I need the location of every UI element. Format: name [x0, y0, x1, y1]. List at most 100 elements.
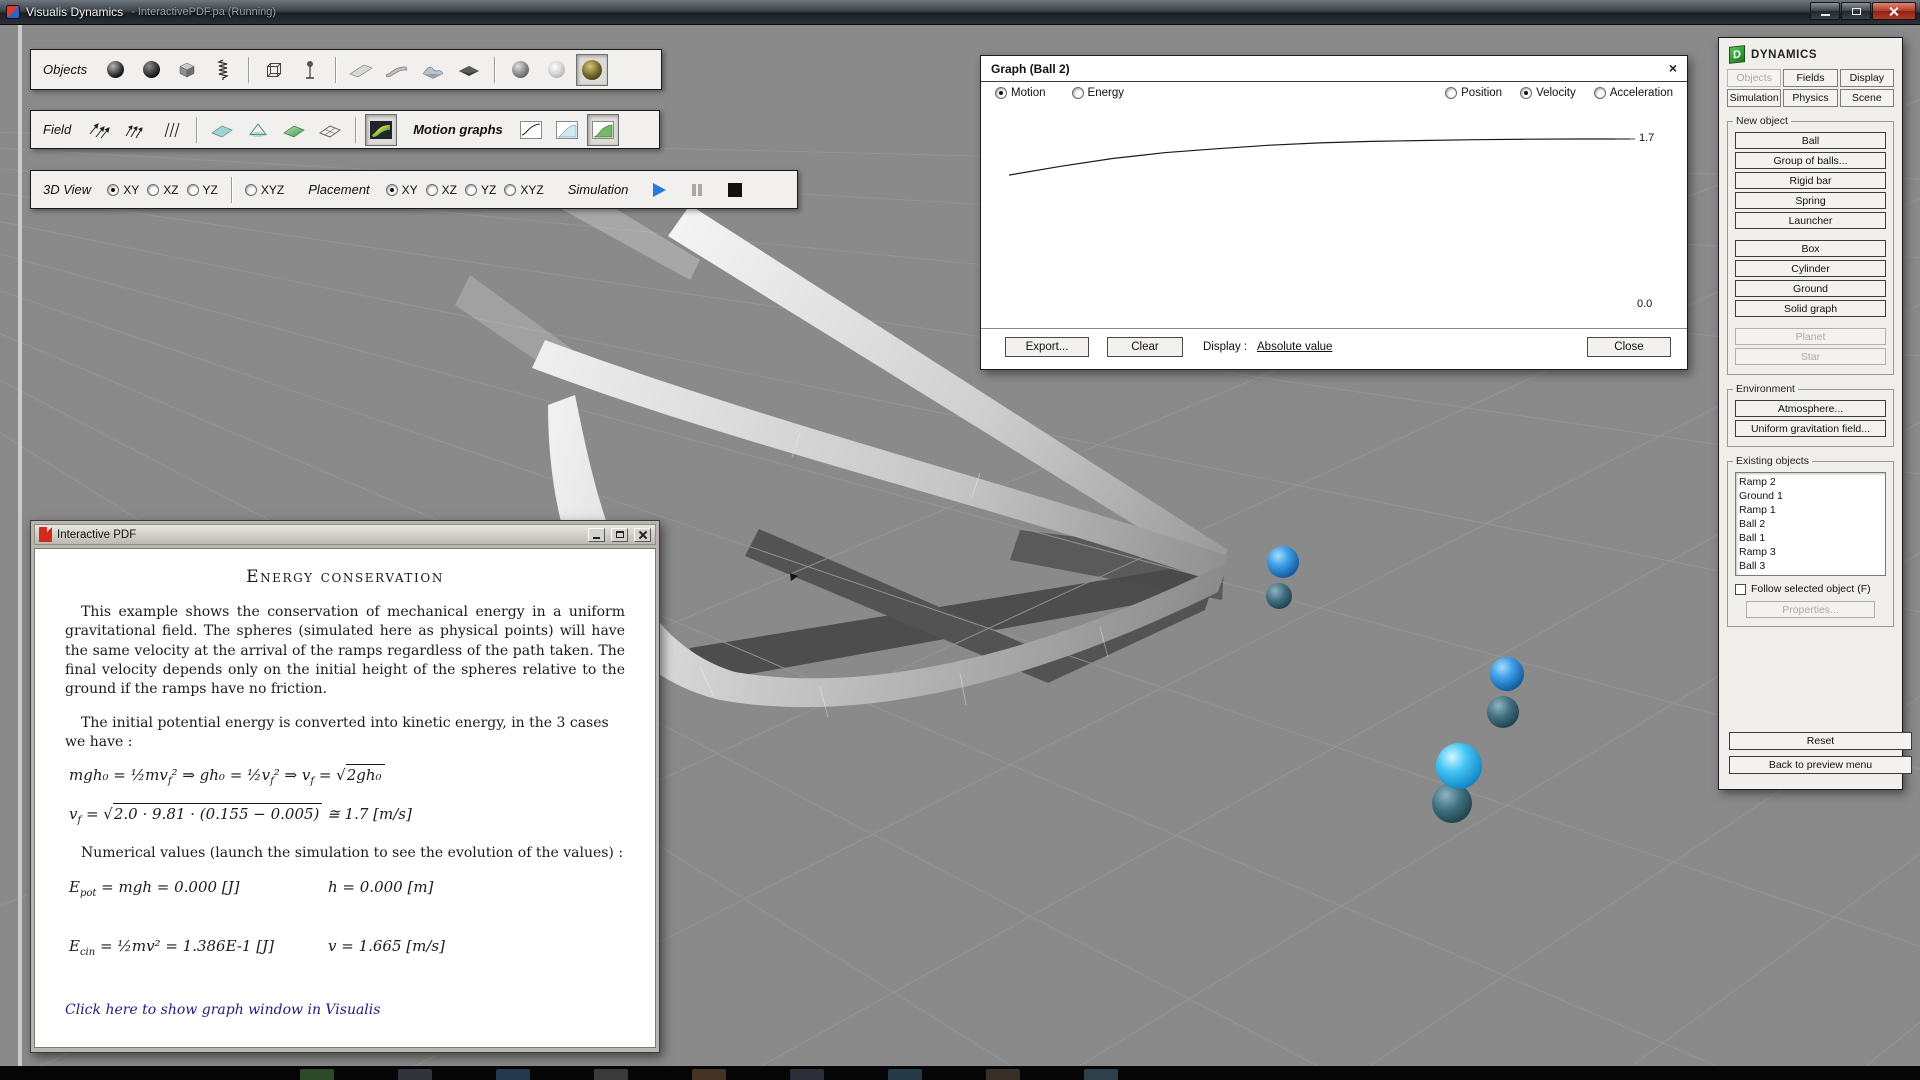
ground-tool-button[interactable]	[453, 54, 485, 86]
tab-display[interactable]: Display	[1840, 69, 1894, 87]
taskbar-item[interactable]	[1084, 1069, 1118, 1080]
pause-icon	[690, 183, 704, 197]
area-graph-green-tool-button[interactable]	[587, 114, 619, 146]
graph-close-icon[interactable]: ×	[1669, 60, 1677, 76]
planet-tool-button[interactable]	[504, 54, 536, 86]
atmosphere-button[interactable]: Atmosphere...	[1735, 400, 1886, 417]
velocity-radio[interactable]: Velocity	[1520, 87, 1576, 99]
taskbar-item[interactable]	[398, 1069, 432, 1080]
vector-field-dense-tool-button[interactable]	[119, 114, 151, 146]
maximize-button[interactable]	[1841, 2, 1871, 20]
follow-object-row[interactable]: Follow selected object (F)	[1735, 583, 1886, 595]
graph-close-button[interactable]: Close	[1587, 337, 1671, 357]
area-graph-light-tool-button[interactable]	[551, 114, 583, 146]
list-item[interactable]: Ball 1	[1739, 531, 1882, 545]
taskbar-item[interactable]	[594, 1069, 628, 1080]
cube-tool-button[interactable]	[171, 54, 203, 86]
star-tool-button[interactable]	[540, 54, 572, 86]
color-map-tool-button[interactable]	[365, 114, 397, 146]
tab-objects[interactable]: Objects	[1727, 69, 1781, 87]
titlebar[interactable]: Visualis Dynamics - InteractivePDF.pa (R…	[0, 0, 1920, 25]
tab-physics[interactable]: Physics	[1783, 89, 1837, 107]
surface-flat-tool-button[interactable]	[206, 114, 238, 146]
energy-radio[interactable]: Energy	[1072, 87, 1124, 99]
ball-tool-button[interactable]	[99, 54, 131, 86]
solid-graph-tool-button[interactable]	[417, 54, 449, 86]
taskbar[interactable]	[0, 1066, 1920, 1080]
vector-field-tool-button[interactable]	[83, 114, 115, 146]
back-to-preview-menu-button[interactable]: Back to preview menu	[1729, 756, 1912, 774]
textured-ball-tool-button[interactable]	[576, 54, 608, 86]
list-item[interactable]: Ramp 1	[1739, 503, 1882, 517]
placement-xyz-radio[interactable]: XYZ	[504, 183, 543, 197]
ball-1[interactable]	[1490, 657, 1524, 691]
list-item[interactable]: Ground 1	[1739, 489, 1882, 503]
show-graph-link[interactable]: Click here to show graph window in Visua…	[65, 1002, 625, 1018]
view-xz-radio[interactable]: XZ	[147, 183, 178, 197]
minimize-button[interactable]	[1810, 2, 1840, 20]
surface-wire-tool-button[interactable]	[314, 114, 346, 146]
surface-cone-tool-button[interactable]	[242, 114, 274, 146]
export-button[interactable]: Export...	[1005, 337, 1089, 357]
existing-objects-list[interactable]: Ramp 2 Ground 1 Ramp 1 Ball 2 Ball 1 Ram…	[1735, 472, 1886, 576]
list-item[interactable]: Ball 3	[1739, 559, 1882, 573]
display-mode-link[interactable]: Absolute value	[1257, 341, 1332, 353]
pdf-titlebar[interactable]: Interactive PDF	[34, 524, 656, 545]
acceleration-radio[interactable]: Acceleration	[1594, 87, 1673, 99]
ball-3[interactable]	[1436, 743, 1482, 789]
taskbar-item[interactable]	[496, 1069, 530, 1080]
taskbar-item[interactable]	[790, 1069, 824, 1080]
view-xyz-radio[interactable]: XYZ	[245, 183, 284, 197]
uniform-gravitation-field-button[interactable]: Uniform gravitation field...	[1735, 420, 1886, 437]
close-button[interactable]	[1872, 2, 1916, 20]
play-button[interactable]	[644, 177, 674, 203]
line-field-tool-button[interactable]	[155, 114, 187, 146]
pdf-maximize-button[interactable]	[611, 528, 628, 542]
tab-fields[interactable]: Fields	[1783, 69, 1837, 87]
spring-tool-button[interactable]	[207, 54, 239, 86]
group-of-balls-button[interactable]: Group of balls...	[1735, 152, 1886, 169]
ramp-tool-button[interactable]	[345, 54, 377, 86]
clear-button[interactable]: Clear	[1107, 337, 1183, 357]
follow-object-checkbox[interactable]	[1735, 584, 1746, 595]
taskbar-item[interactable]	[692, 1069, 726, 1080]
launcher-button[interactable]: Launcher	[1735, 212, 1886, 229]
position-radio[interactable]: Position	[1445, 87, 1502, 99]
wireframe-box-tool-button[interactable]	[258, 54, 290, 86]
radio-icon	[1594, 87, 1606, 99]
placement-xz-radio[interactable]: XZ	[426, 183, 457, 197]
view-yz-radio[interactable]: YZ	[187, 183, 218, 197]
graph-window-titlebar[interactable]: Graph (Ball 2) ×	[981, 56, 1687, 82]
placement-yz-radio[interactable]: YZ	[465, 183, 496, 197]
spring-button[interactable]: Spring	[1735, 192, 1886, 209]
box-button[interactable]: Box	[1735, 240, 1886, 257]
shaded-ball-icon	[143, 61, 160, 78]
list-item[interactable]: Ramp 3	[1739, 545, 1882, 559]
curved-ramp-tool-button[interactable]	[381, 54, 413, 86]
line-graph-tool-button[interactable]	[515, 114, 547, 146]
taskbar-item[interactable]	[986, 1069, 1020, 1080]
ground-button[interactable]: Ground	[1735, 280, 1886, 297]
pause-button[interactable]	[682, 177, 712, 203]
tab-scene[interactable]: Scene	[1840, 89, 1894, 107]
tab-simulation[interactable]: Simulation	[1727, 89, 1781, 107]
ball-button[interactable]: Ball	[1735, 132, 1886, 149]
list-item[interactable]: Ball 2	[1739, 517, 1882, 531]
pdf-close-button[interactable]	[634, 528, 651, 542]
list-item[interactable]: Ramp 2	[1739, 475, 1882, 489]
rigid-bar-button[interactable]: Rigid bar	[1735, 172, 1886, 189]
stop-button[interactable]	[720, 177, 750, 203]
cylinder-button[interactable]: Cylinder	[1735, 260, 1886, 277]
taskbar-item[interactable]	[888, 1069, 922, 1080]
pdf-minimize-button[interactable]	[588, 528, 605, 542]
reset-button[interactable]: Reset	[1729, 732, 1912, 750]
taskbar-item[interactable]	[300, 1069, 334, 1080]
view-xy-radio[interactable]: XY	[107, 183, 139, 197]
surface-colored-tool-button[interactable]	[278, 114, 310, 146]
launcher-tool-button[interactable]	[294, 54, 326, 86]
shaded-ball-tool-button[interactable]	[135, 54, 167, 86]
motion-radio[interactable]: Motion	[995, 87, 1046, 99]
ball-2[interactable]	[1267, 546, 1299, 578]
placement-xy-radio[interactable]: XY	[386, 183, 418, 197]
solid-graph-button[interactable]: Solid graph	[1735, 300, 1886, 317]
